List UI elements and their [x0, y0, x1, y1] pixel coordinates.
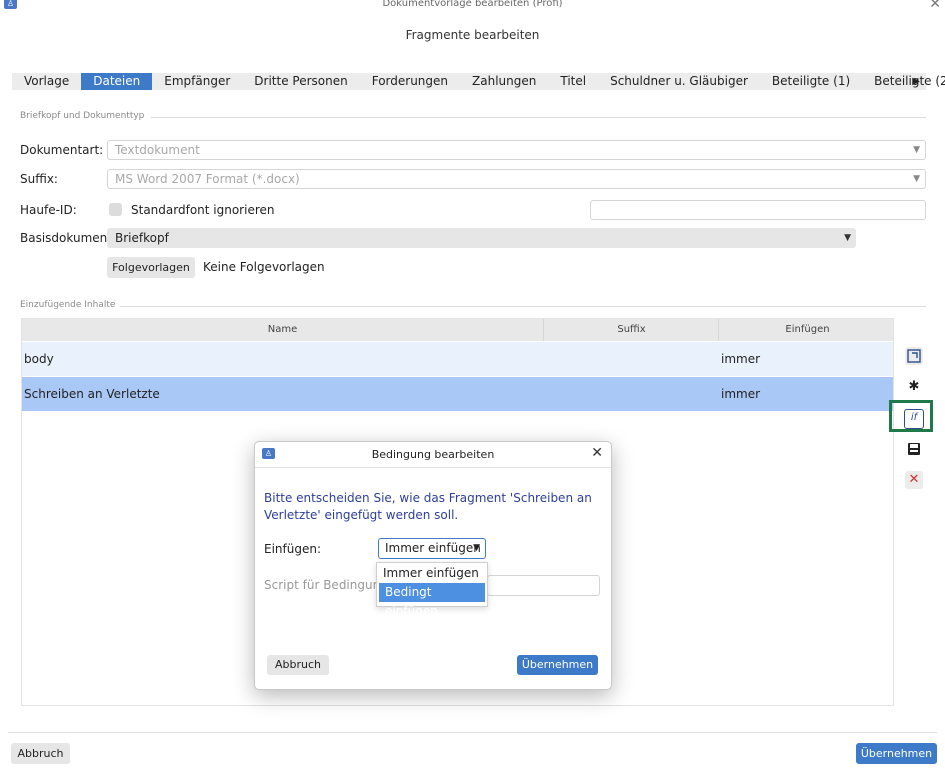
cell-einfuegen: immer	[721, 387, 761, 401]
option-bedingt[interactable]: Bedingt einfügen	[379, 583, 485, 618]
cell-name: Schreiben an Verletzte	[24, 387, 160, 401]
einfuegen-dropdown: Immer einfügen Bedingt einfügen	[376, 562, 488, 618]
section-label-briefkopf: Briefkopf und Dokumenttyp	[20, 111, 145, 121]
gear-icon[interactable]: ✱	[905, 378, 923, 396]
tab-bar: Vorlage Dateien Empfänger Dritte Persone…	[12, 73, 945, 90]
chevron-down-icon: ▼	[913, 174, 920, 184]
close-icon[interactable]: ✕	[929, 0, 941, 12]
chevron-down-icon: ▼	[844, 233, 851, 243]
tab-zahlungen[interactable]: Zahlungen	[460, 73, 548, 90]
basisdokument-select[interactable]: Briefkopf ▼	[107, 228, 856, 248]
dokumentart-select[interactable]: Textdokument ▼	[107, 140, 926, 160]
suffix-select[interactable]: MS Word 2007 Format (*.docx) ▼	[107, 169, 926, 189]
cell-einfuegen: immer	[721, 352, 761, 366]
dialog-cancel-button[interactable]: Abbruch	[267, 655, 329, 675]
tab-forderungen[interactable]: Forderungen	[360, 73, 460, 90]
tab-vorlage[interactable]: Vorlage	[12, 73, 81, 90]
chevron-down-icon: ▼	[913, 145, 920, 155]
haufe-id-label: Haufe-ID:	[20, 203, 77, 217]
ok-button[interactable]: Übernehmen	[856, 743, 937, 764]
close-icon[interactable]: ✕	[591, 445, 603, 461]
chevron-down-icon: ▼	[473, 543, 480, 553]
suffix-value: MS Word 2007 Format (*.docx)	[115, 172, 300, 186]
basisdokument-label: Basisdokument:	[20, 231, 116, 245]
script-input[interactable]	[487, 575, 600, 596]
basisdokument-value: Briefkopf	[115, 231, 169, 245]
dialog-subtitle: Fragmente bearbeiten	[405, 28, 540, 42]
tab-dateien[interactable]: Dateien	[81, 73, 153, 90]
cell-name: body	[24, 352, 54, 366]
column-header-einfuegen[interactable]: Einfügen	[718, 319, 896, 341]
save-icon[interactable]	[905, 440, 923, 458]
footer-divider	[8, 732, 937, 733]
suffix-label: Suffix:	[20, 172, 58, 186]
condition-dialog: Bedingung bearbeiten ♙ ✕ Bitte entscheid…	[254, 441, 612, 690]
section-divider	[151, 117, 926, 118]
tab-schuldner-glaeubiger[interactable]: Schuldner u. Gläubiger	[598, 73, 760, 90]
tab-titel[interactable]: Titel	[548, 73, 598, 90]
script-label: Script für Bedingung:	[264, 578, 392, 592]
tab-empfaenger[interactable]: Empfänger	[152, 73, 242, 90]
dokumentart-label: Dokumentart:	[20, 143, 104, 157]
dialog-message: Bitte entscheiden Sie, wie das Fragment …	[264, 491, 592, 522]
section-label-inhalte: Einzufügende Inhalte	[20, 300, 116, 310]
standardfont-label: Standardfont ignorieren	[131, 203, 275, 217]
column-header-name[interactable]: Name	[22, 319, 543, 341]
tab-beteiligte-2[interactable]: Beteiligte (2)	[862, 73, 945, 90]
cancel-button[interactable]: Abbruch	[11, 743, 70, 764]
app-icon: ♙	[262, 448, 275, 459]
window-title: Dokumentvorlage bearbeiten (Profi)	[382, 0, 563, 9]
folgevorlagen-button[interactable]: Folgevorlagen	[107, 257, 195, 278]
einfuegen-select[interactable]: Immer einfügen ▼	[378, 538, 486, 559]
edit-icon[interactable]	[905, 347, 923, 365]
einfuegen-label: Einfügen:	[264, 542, 321, 556]
if-condition-icon[interactable]: if	[904, 409, 924, 429]
dokumentart-value: Textdokument	[115, 143, 200, 157]
table-row[interactable]: body immer	[22, 342, 893, 376]
dialog-title: Bedingung bearbeiten	[255, 442, 611, 468]
tab-scroll-right-icon[interactable]: ▶	[912, 73, 920, 90]
haufe-id-input[interactable]	[590, 200, 926, 220]
tab-dritte-personen[interactable]: Dritte Personen	[242, 73, 359, 90]
dialog-ok-button[interactable]: Übernehmen	[517, 655, 598, 675]
section-divider	[120, 306, 926, 307]
standardfont-checkbox[interactable]	[109, 203, 122, 216]
table-row[interactable]: Schreiben an Verletzte immer	[22, 377, 893, 411]
table-header: Name Suffix Einfügen	[22, 319, 893, 341]
einfuegen-value: Immer einfügen	[385, 541, 481, 555]
column-header-suffix[interactable]: Suffix	[543, 319, 719, 341]
delete-icon[interactable]: ✕	[905, 471, 923, 489]
option-immer[interactable]: Immer einfügen	[377, 564, 487, 583]
folgevorlagen-text: Keine Folgevorlagen	[203, 260, 325, 274]
tab-beteiligte-1[interactable]: Beteiligte (1)	[760, 73, 862, 90]
